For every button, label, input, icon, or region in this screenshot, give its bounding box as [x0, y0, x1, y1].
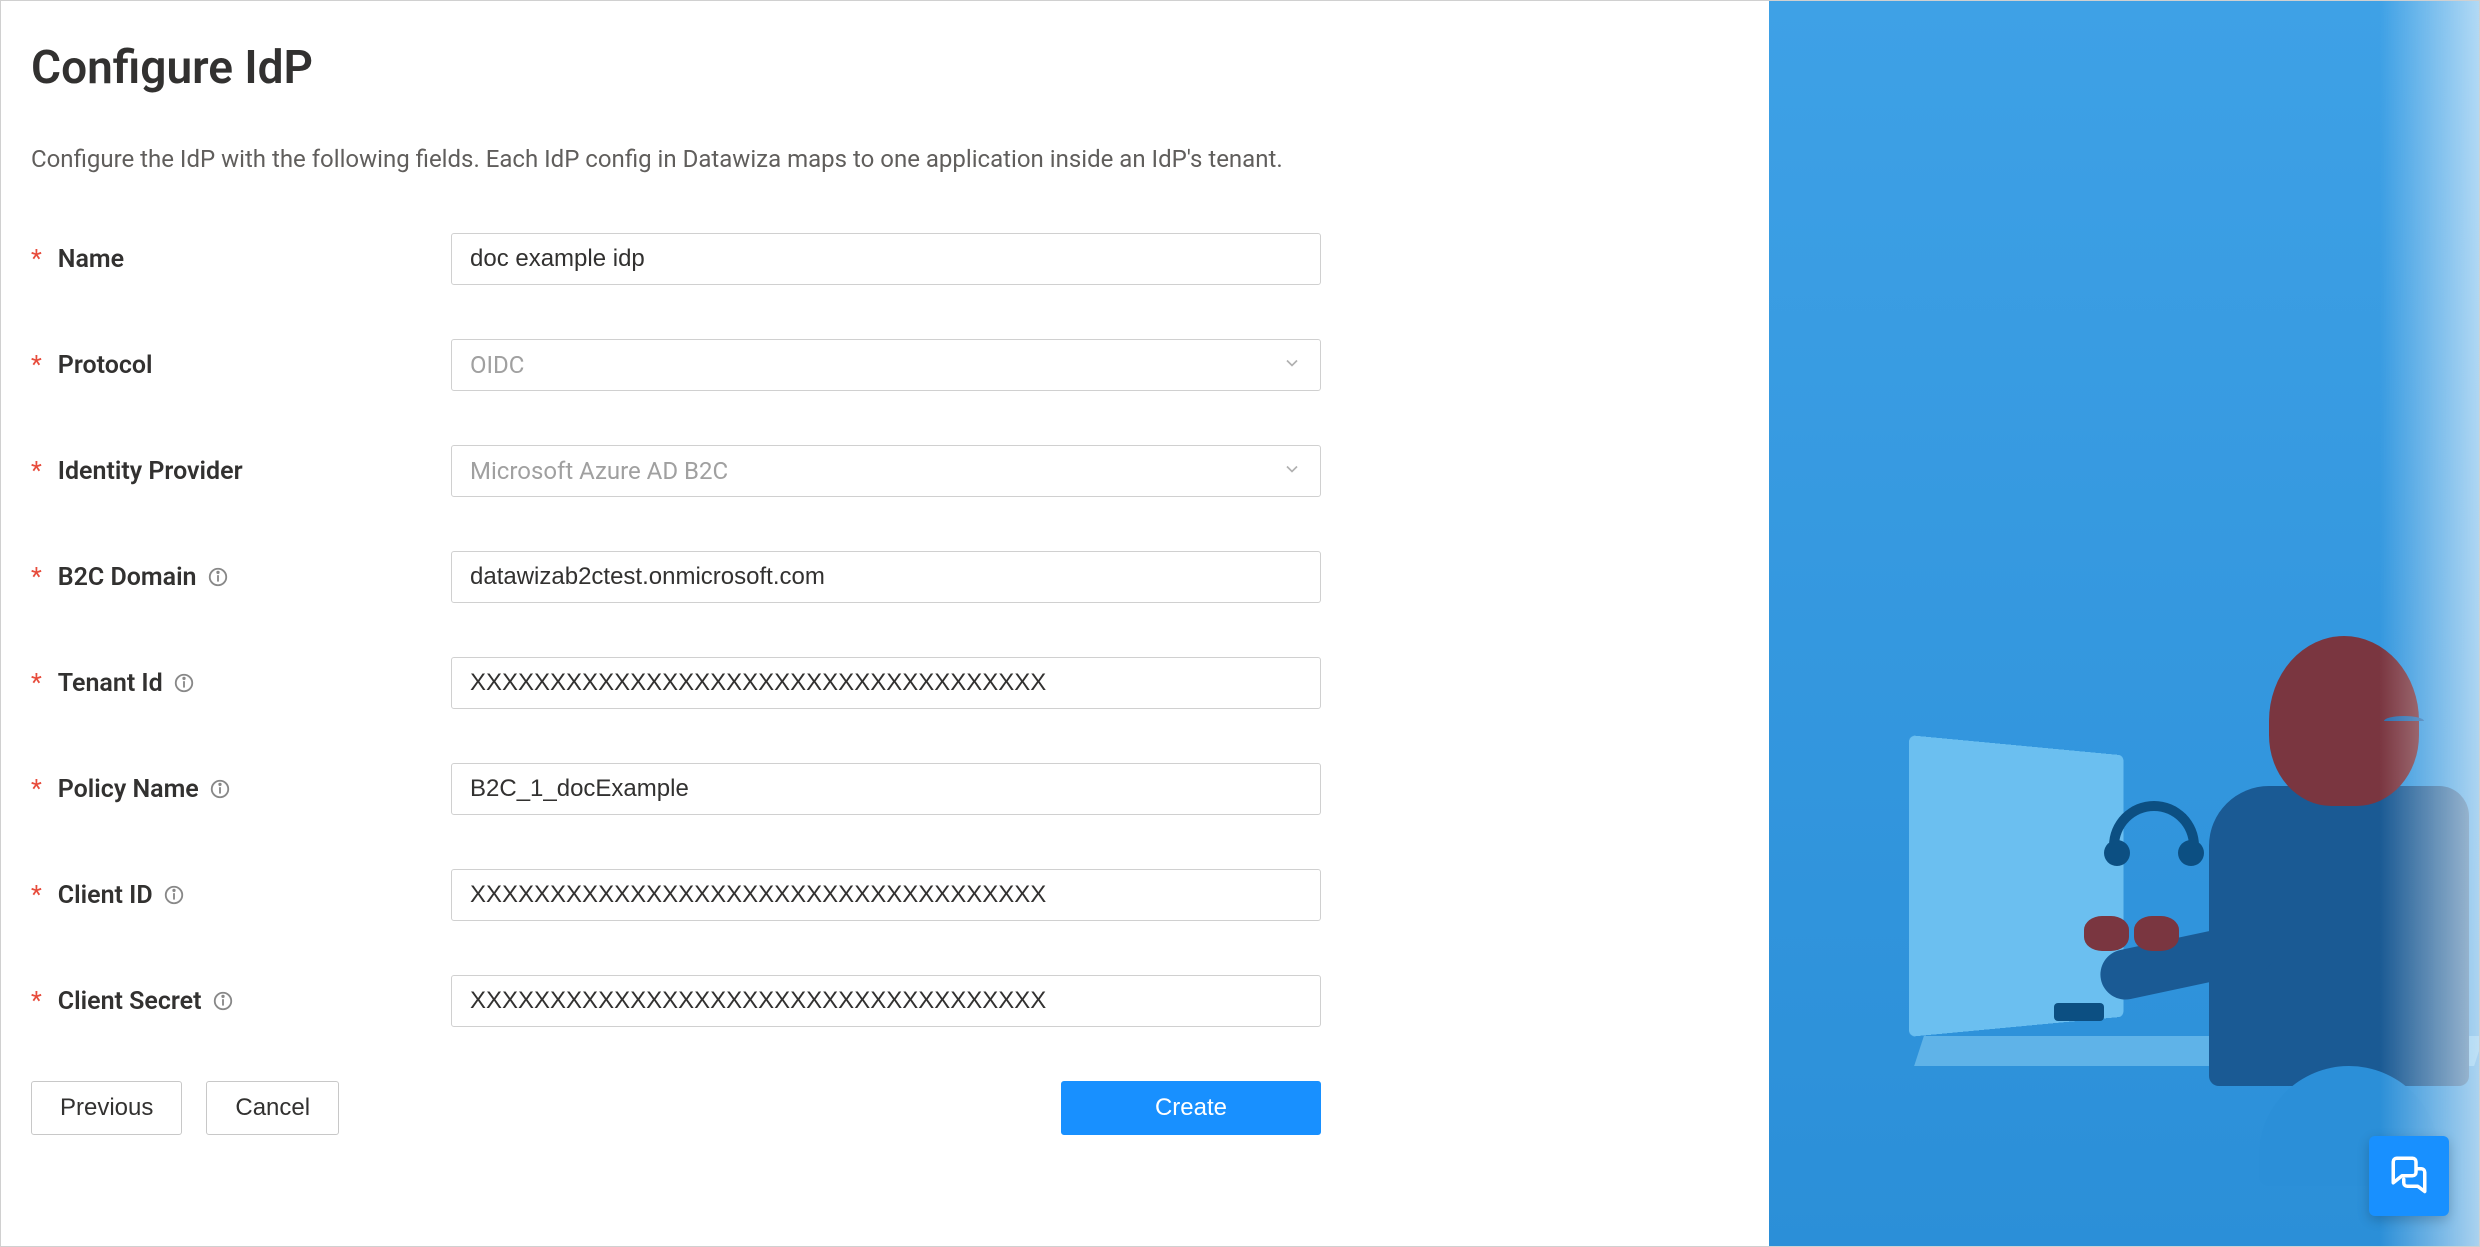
form-panel: Configure IdP Configure the IdP with the… [1, 1, 1769, 1246]
chat-icon [2388, 1153, 2430, 1199]
required-star-icon: * [31, 881, 42, 910]
row-name: * Name [31, 233, 1739, 285]
required-star-icon: * [31, 987, 42, 1016]
illustration-panel [1769, 1, 2479, 1246]
page-description: Configure the IdP with the following fie… [31, 145, 1739, 173]
row-identity-provider: * Identity Provider Microsoft Azure AD B… [31, 445, 1739, 497]
previous-button[interactable]: Previous [31, 1081, 182, 1135]
label-tenant-id-text: Tenant Id [58, 669, 163, 698]
label-policy-name: * Policy Name [31, 775, 451, 804]
info-icon[interactable] [207, 566, 229, 588]
b2c-domain-input[interactable] [451, 551, 1321, 603]
required-star-icon: * [31, 351, 42, 380]
illustration-monitor [1909, 735, 2123, 1037]
row-policy-name: * Policy Name [31, 763, 1739, 815]
policy-name-input[interactable] [451, 763, 1321, 815]
label-b2c-domain: * B2C Domain [31, 563, 451, 592]
required-star-icon: * [31, 669, 42, 698]
create-button[interactable]: Create [1061, 1081, 1321, 1135]
name-input[interactable] [451, 233, 1321, 285]
protocol-select[interactable]: OIDC [451, 339, 1321, 391]
illustration-person-hand [2134, 916, 2179, 951]
protocol-select-value: OIDC [470, 351, 524, 379]
page-title: Configure IdP [31, 41, 1739, 95]
required-star-icon: * [31, 457, 42, 486]
tenant-id-input[interactable] [451, 657, 1321, 709]
label-identity-provider-text: Identity Provider [58, 457, 243, 486]
chevron-down-icon [1282, 457, 1302, 485]
configure-idp-page: Configure IdP Configure the IdP with the… [0, 0, 2480, 1247]
info-icon[interactable] [163, 884, 185, 906]
client-id-input[interactable] [451, 869, 1321, 921]
required-star-icon: * [31, 245, 42, 274]
illustration-person-glasses [2384, 716, 2424, 726]
cancel-button[interactable]: Cancel [206, 1081, 339, 1135]
button-row: Previous Cancel Create [31, 1081, 1321, 1135]
chevron-down-icon [1282, 351, 1302, 379]
client-secret-input[interactable] [451, 975, 1321, 1027]
row-client-secret: * Client Secret [31, 975, 1739, 1027]
identity-provider-select[interactable]: Microsoft Azure AD B2C [451, 445, 1321, 497]
info-icon[interactable] [209, 778, 231, 800]
required-star-icon: * [31, 563, 42, 592]
label-protocol: * Protocol [31, 351, 451, 380]
illustration-keyboard [2054, 1003, 2104, 1021]
row-b2c-domain: * B2C Domain [31, 551, 1739, 603]
row-protocol: * Protocol OIDC [31, 339, 1739, 391]
label-tenant-id: * Tenant Id [31, 669, 451, 698]
row-client-id: * Client ID [31, 869, 1739, 921]
identity-provider-select-value: Microsoft Azure AD B2C [470, 457, 728, 485]
info-icon[interactable] [212, 990, 234, 1012]
label-name: * Name [31, 245, 451, 274]
label-client-secret: * Client Secret [31, 987, 451, 1016]
row-tenant-id: * Tenant Id [31, 657, 1739, 709]
label-identity-provider: * Identity Provider [31, 457, 451, 486]
label-b2c-domain-text: B2C Domain [58, 563, 197, 592]
label-client-id: * Client ID [31, 881, 451, 910]
chat-button[interactable] [2369, 1136, 2449, 1216]
label-protocol-text: Protocol [58, 351, 153, 380]
info-icon[interactable] [173, 672, 195, 694]
label-name-text: Name [58, 245, 124, 274]
required-star-icon: * [31, 775, 42, 804]
label-client-id-text: Client ID [58, 881, 153, 910]
label-policy-name-text: Policy Name [58, 775, 199, 804]
label-client-secret-text: Client Secret [58, 987, 202, 1016]
illustration-person-hand [2084, 916, 2129, 951]
